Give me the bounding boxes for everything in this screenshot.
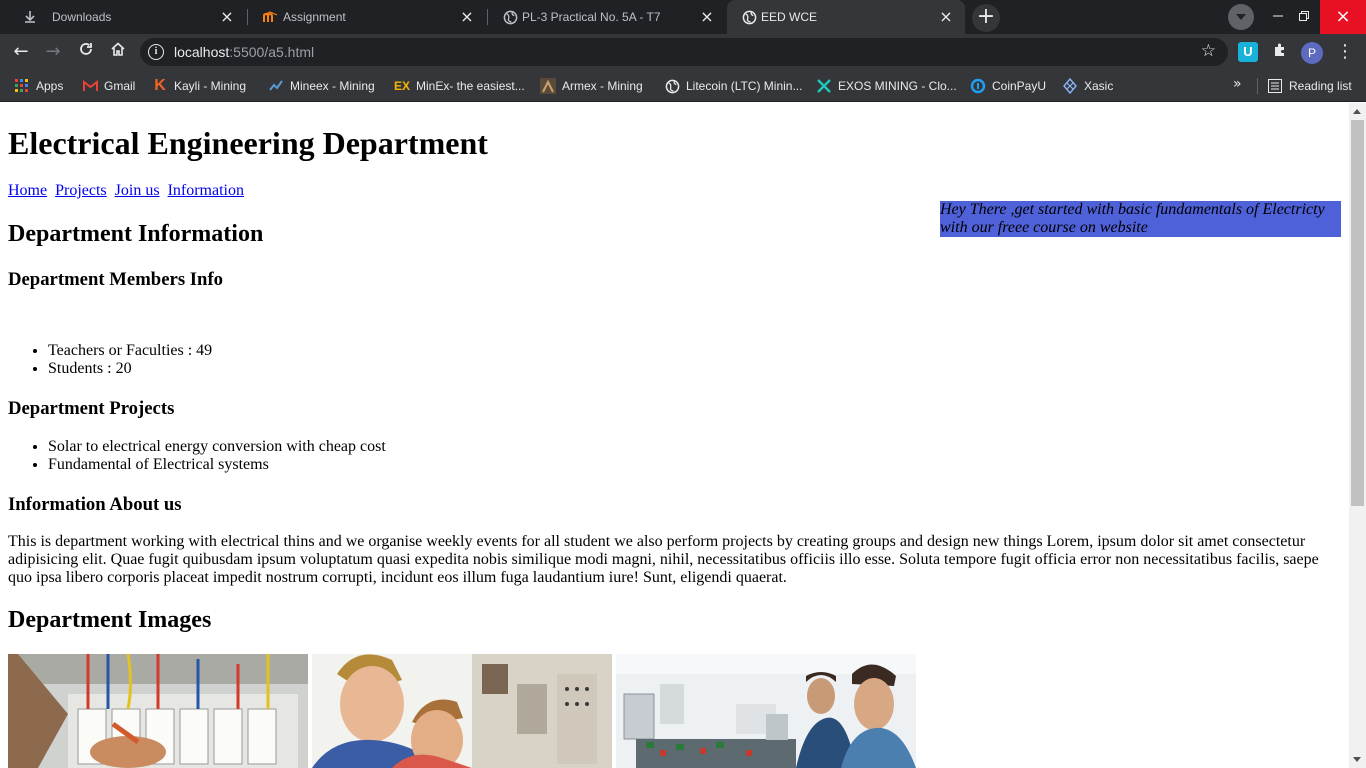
bookmark-kayli[interactable]: K Kayli - Mining	[152, 76, 246, 96]
gallery-image-electrical-panel	[8, 654, 308, 768]
address-url: localhost:5500/a5.html	[174, 44, 315, 60]
tab-search-icon[interactable]	[1228, 4, 1254, 30]
close-icon[interactable]: ×	[937, 8, 955, 26]
announcement-marquee: Hey There ,get started with basic fundam…	[940, 201, 1341, 237]
bookmark-label: Armex - Mining	[562, 79, 643, 93]
moodle-icon	[262, 9, 278, 25]
reading-list-label: Reading list	[1289, 79, 1352, 93]
nav-information-link[interactable]: Information	[168, 182, 244, 199]
menu-dots-icon[interactable]: ⋮	[1336, 41, 1354, 63]
tab-practical[interactable]: PL-3 Practical No. 5A - T7 ×	[488, 0, 726, 34]
bookmark-label: MinEx- the easiest...	[416, 79, 525, 93]
nav-home-link[interactable]: Home	[8, 182, 47, 199]
xasic-icon	[1062, 78, 1078, 94]
tab-assignment[interactable]: Assignment ×	[248, 0, 486, 34]
projects-heading: Department Projects	[8, 398, 175, 419]
scroll-up-icon[interactable]	[1353, 109, 1361, 114]
bookmark-label: Gmail	[104, 79, 136, 93]
extensions-puzzle-icon[interactable]	[1270, 42, 1290, 62]
bookmark-label: Kayli - Mining	[174, 79, 247, 93]
extension-icon[interactable]: U	[1238, 42, 1258, 62]
reading-list-icon	[1267, 78, 1283, 94]
coinpayu-icon	[970, 78, 986, 94]
gallery-image-lab	[616, 654, 916, 768]
reload-button[interactable]	[73, 40, 99, 64]
bookmark-exos[interactable]: EXOS MINING - Clo...	[816, 76, 957, 96]
scroll-down-icon[interactable]	[1353, 757, 1361, 762]
list-item: Teachers or Faculties : 49	[48, 342, 212, 360]
projects-list: Solar to electrical energy conversion wi…	[8, 438, 386, 474]
bookmark-coinpayu[interactable]: CoinPayU	[970, 76, 1046, 96]
gallery-image-students	[312, 654, 612, 768]
bookmark-label: Xasic	[1084, 79, 1114, 93]
close-icon[interactable]: ×	[218, 8, 236, 26]
apps-grid-icon	[14, 78, 30, 94]
address-bar[interactable]: i localhost:5500/a5.html ☆	[140, 38, 1228, 66]
bookmark-gmail[interactable]: Gmail	[82, 76, 135, 96]
bookmark-apps[interactable]: Apps	[14, 76, 63, 96]
scrollbar-thumb[interactable]	[1351, 120, 1364, 506]
department-information-heading: Department Information	[8, 221, 264, 247]
site-info-icon[interactable]: i	[148, 44, 164, 60]
list-item: Fundamental of Electrical systems	[48, 456, 386, 474]
tab-title: Assignment	[283, 10, 346, 24]
globe-icon	[664, 78, 680, 94]
nav-join-us-link[interactable]: Join us	[115, 182, 160, 199]
bookmark-label: Apps	[36, 79, 64, 93]
tab-strip: Downloads × Assignment × PL-3 Practical …	[0, 0, 1366, 34]
bookmark-label: CoinPayU	[992, 79, 1047, 93]
about-paragraph: This is department working with electric…	[8, 533, 1319, 586]
page-viewport: Electrical Engineering Department Home P…	[0, 103, 1349, 768]
close-icon[interactable]: ×	[458, 8, 476, 26]
bookmark-divider	[1257, 78, 1258, 94]
globe-icon	[741, 9, 757, 25]
bookmark-label: Mineex - Mining	[290, 79, 375, 93]
tab-title: PL-3 Practical No. 5A - T7	[522, 10, 661, 24]
department-images-heading: Department Images	[8, 607, 212, 633]
chevron-double-right-icon[interactable]: »	[1233, 76, 1242, 92]
close-icon[interactable]: ×	[698, 8, 716, 26]
tab-title: Downloads	[52, 10, 112, 24]
minex-icon: EX	[394, 79, 411, 93]
bookmark-minex[interactable]: EX MinEx- the easiest...	[394, 76, 525, 96]
armex-icon	[540, 78, 556, 94]
mineex-icon	[268, 78, 284, 94]
nav-projects-link[interactable]: Projects	[55, 182, 107, 199]
list-item: Solar to electrical energy conversion wi…	[48, 438, 386, 456]
members-list: Teachers or Faculties : 49 Students : 20	[8, 342, 212, 378]
new-tab-button[interactable]: +	[972, 4, 1000, 32]
download-icon	[22, 9, 38, 25]
members-info-heading: Department Members Info	[8, 269, 224, 290]
forward-button[interactable]: →	[40, 40, 66, 64]
kayli-icon: K	[154, 77, 166, 94]
about-heading: Information About us	[8, 494, 182, 515]
page-title: Electrical Engineering Department	[8, 125, 488, 161]
browser-toolbar: ← → i localhost:5500/a5.html ☆ U P ⋮	[0, 34, 1366, 70]
vertical-scrollbar[interactable]	[1349, 103, 1366, 768]
bookmark-xasic[interactable]: Xasic	[1062, 76, 1113, 96]
tab-title: EED WCE	[761, 10, 818, 24]
bookmark-mineex[interactable]: Mineex - Mining	[268, 76, 375, 96]
close-window-button[interactable]: ×	[1320, 0, 1366, 34]
tab-downloads[interactable]: Downloads ×	[8, 0, 246, 34]
bookmarks-bar: Apps Gmail K Kayli - Mining Mineex - Min…	[0, 70, 1366, 102]
reading-list-button[interactable]: Reading list	[1267, 76, 1352, 96]
home-button[interactable]	[105, 40, 131, 64]
list-item: Students : 20	[48, 360, 212, 378]
profile-avatar[interactable]: P	[1301, 42, 1323, 64]
site-nav: Home Projects Join us Information	[8, 182, 248, 200]
gmail-icon	[82, 78, 98, 94]
exos-icon	[816, 78, 832, 94]
globe-icon	[502, 9, 518, 25]
bookmark-label: Litecoin (LTC) Minin...	[686, 79, 803, 93]
bookmark-label: EXOS MINING - Clo...	[838, 79, 957, 93]
back-button[interactable]: ←	[8, 40, 34, 64]
bookmark-armex[interactable]: Armex - Mining	[540, 76, 643, 96]
tab-eed-wce[interactable]: EED WCE ×	[727, 0, 965, 34]
bookmark-star-icon[interactable]: ☆	[1201, 41, 1216, 61]
bookmark-litecoin[interactable]: Litecoin (LTC) Minin...	[664, 76, 802, 96]
